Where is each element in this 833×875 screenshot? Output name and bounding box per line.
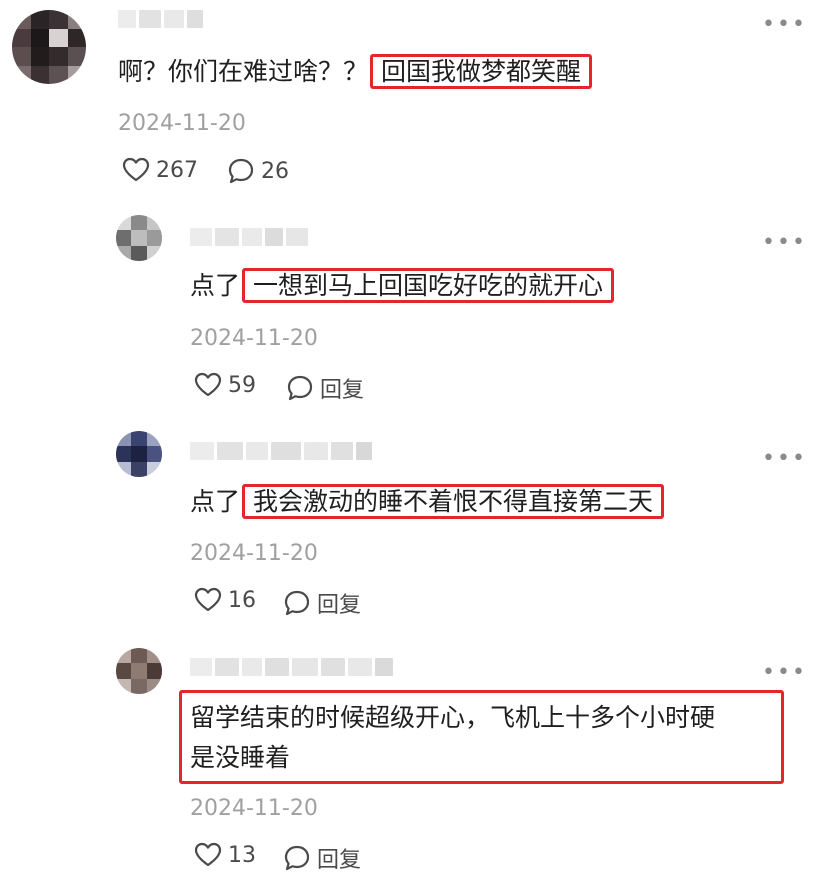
like-count: 16 bbox=[228, 587, 256, 613]
comment-prefix: 点了 bbox=[190, 487, 241, 516]
reply-label: 回复 bbox=[317, 593, 362, 618]
highlighted-phrase: 我会激动的睡不着恨不得直接第二天 bbox=[242, 484, 665, 519]
comment-bubble-icon bbox=[228, 158, 254, 184]
like-button[interactable]: 16 bbox=[194, 587, 256, 613]
highlighted-phrase: 回国我做梦都笑醒 bbox=[370, 54, 593, 89]
reply-count-button[interactable]: 26 bbox=[227, 157, 289, 185]
reply-button[interactable]: 回复 bbox=[283, 842, 361, 874]
like-button[interactable]: 59 bbox=[194, 372, 256, 398]
comment-prefix: 点了 bbox=[190, 271, 241, 300]
more-options-button[interactable]: ••• bbox=[762, 662, 807, 684]
reply-count: 26 bbox=[261, 158, 289, 184]
comment-text-line-2: 是没睡着 bbox=[190, 743, 291, 772]
reply-button[interactable]: 回复 bbox=[286, 372, 364, 404]
comment-date: 2024-11-20 bbox=[190, 796, 318, 821]
comment-date: 2024-11-20 bbox=[118, 111, 246, 136]
like-count: 13 bbox=[228, 842, 256, 868]
like-button[interactable]: 13 bbox=[194, 842, 256, 868]
username-blurred[interactable] bbox=[190, 442, 372, 460]
comment-date: 2024-11-20 bbox=[190, 541, 318, 566]
heart-icon bbox=[122, 157, 150, 182]
reply-button[interactable]: 回复 bbox=[283, 587, 361, 619]
comment-bubble-icon bbox=[284, 590, 310, 616]
like-count: 59 bbox=[228, 372, 256, 398]
more-options-button[interactable]: ••• bbox=[762, 14, 807, 36]
avatar[interactable] bbox=[116, 215, 162, 261]
like-button[interactable]: 267 bbox=[122, 157, 198, 183]
reply-label: 回复 bbox=[317, 848, 362, 873]
comment-text: 点了 一想到马上回国吃好吃的就开心 bbox=[190, 266, 615, 306]
username-blurred[interactable] bbox=[118, 10, 203, 28]
comment-bubble-icon bbox=[287, 375, 313, 401]
comment-text: 点了 我会激动的睡不着恨不得直接第二天 bbox=[190, 482, 665, 522]
more-options-button[interactable]: ••• bbox=[762, 448, 807, 470]
comment-prefix: 啊？你们在难过啥？？ bbox=[118, 57, 369, 86]
more-options-button[interactable]: ••• bbox=[762, 232, 807, 254]
comment-date: 2024-11-20 bbox=[190, 326, 318, 351]
heart-icon bbox=[194, 842, 222, 867]
highlighted-phrase: 一想到马上回国吃好吃的就开心 bbox=[242, 268, 615, 303]
heart-icon bbox=[194, 587, 222, 612]
like-count: 267 bbox=[156, 157, 198, 183]
reply-label: 回复 bbox=[320, 378, 365, 403]
username-blurred[interactable] bbox=[190, 658, 393, 676]
heart-icon bbox=[194, 372, 222, 397]
comment-text-line-1: 留学结束的时候超级开心，飞机上十多个小时硬 bbox=[190, 703, 716, 732]
avatar[interactable] bbox=[116, 431, 162, 477]
comment-text: 啊？你们在难过啥？？ 回国我做梦都笑醒 bbox=[118, 52, 593, 92]
avatar[interactable] bbox=[116, 648, 162, 694]
comment-bubble-icon bbox=[284, 845, 310, 871]
avatar[interactable] bbox=[12, 10, 86, 84]
username-blurred[interactable] bbox=[190, 228, 308, 246]
